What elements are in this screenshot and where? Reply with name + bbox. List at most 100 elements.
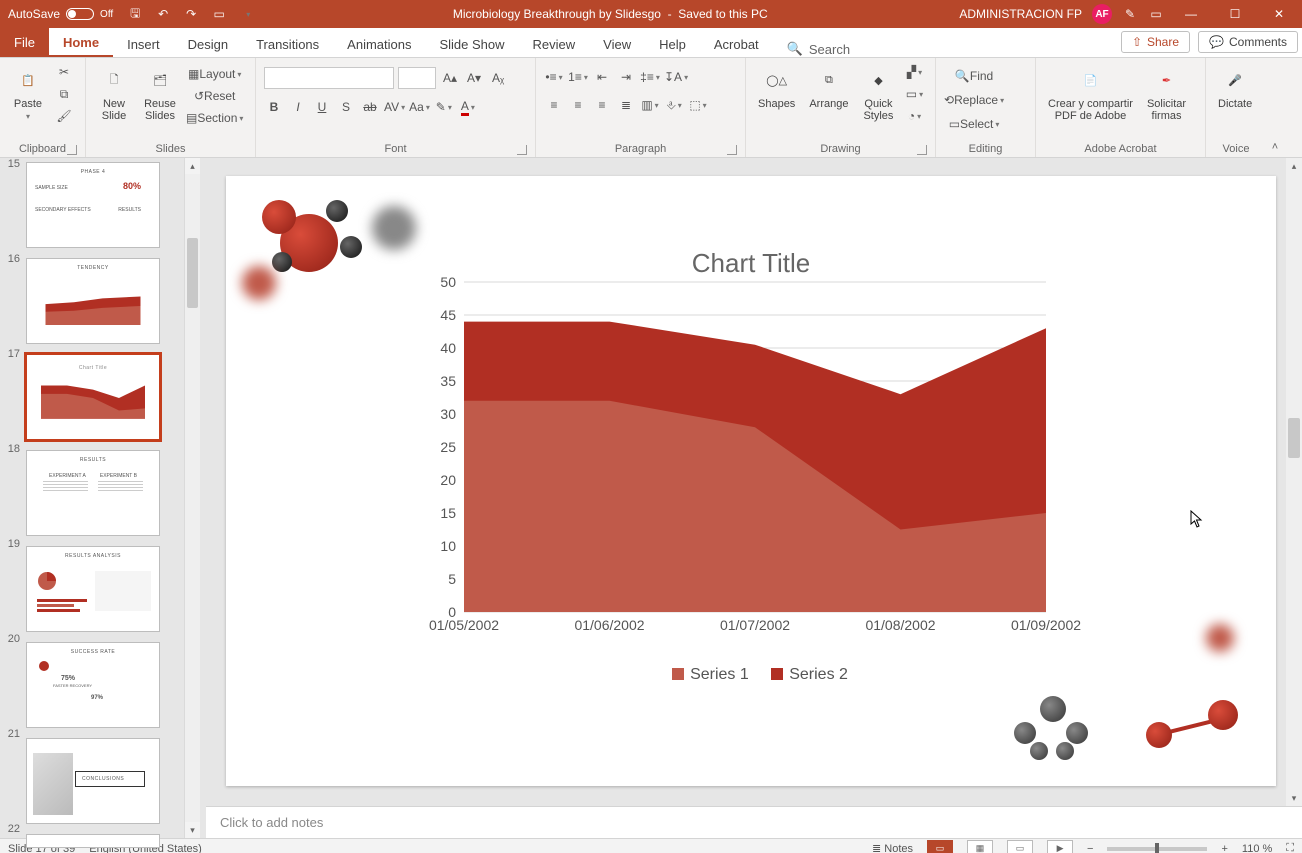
italic-button[interactable]: I xyxy=(288,97,308,117)
reading-view-button[interactable]: ▭ xyxy=(1007,840,1033,853)
font-family-combo[interactable] xyxy=(264,67,394,89)
redo-icon[interactable]: ↷ xyxy=(183,6,199,22)
slide-canvas[interactable]: Chart Title 0510152025303540455001/05/20… xyxy=(226,176,1276,786)
zoom-slider-thumb[interactable] xyxy=(1155,843,1159,853)
align-left-icon[interactable]: ≡ xyxy=(544,95,564,115)
slide-thumbnail-20[interactable]: SUCCESS RATE 75% FASTER RECOVERY 97% xyxy=(26,642,160,728)
zoom-level[interactable]: 110 % xyxy=(1242,843,1272,853)
undo-icon[interactable]: ↶ xyxy=(155,6,171,22)
quick-styles-button[interactable]: ◆Quick Styles xyxy=(858,62,898,124)
smartart-button[interactable]: ⬚ xyxy=(688,95,708,115)
font-color-button[interactable]: A xyxy=(458,97,478,117)
tab-home[interactable]: Home xyxy=(49,29,113,57)
clear-format-icon[interactable]: Aᵪ xyxy=(488,68,508,88)
increase-indent-icon[interactable]: ⇥ xyxy=(616,67,636,87)
slide-thumbnail-19[interactable]: RESULTS ANALYSIS xyxy=(26,546,160,632)
tab-view[interactable]: View xyxy=(589,31,645,57)
shape-fill-button[interactable]: ▞ xyxy=(904,62,924,82)
shape-outline-button[interactable]: ▭ xyxy=(904,84,924,104)
paste-button[interactable]: 📋 Paste ▾ xyxy=(8,62,48,123)
justify-icon[interactable]: ≣ xyxy=(616,95,636,115)
sorter-view-button[interactable]: ▦ xyxy=(967,840,993,853)
shadow-button[interactable]: S xyxy=(336,97,356,117)
canvas-scrollbar[interactable]: ▴ ▾ xyxy=(1286,158,1302,806)
zoom-out-button[interactable]: − xyxy=(1087,843,1093,853)
underline-button[interactable]: U xyxy=(312,97,332,117)
font-size-combo[interactable] xyxy=(398,67,436,89)
reuse-slides-button[interactable]: 🗂Reuse Slides xyxy=(140,62,180,124)
char-spacing-button[interactable]: AV xyxy=(384,97,405,117)
shapes-button[interactable]: ◯△Shapes xyxy=(754,62,799,112)
collapse-ribbon-icon[interactable]: ˄ xyxy=(1266,58,1284,157)
find-button[interactable]: 🔍 Find xyxy=(944,66,1004,86)
slide-thumbnail-22[interactable] xyxy=(26,834,160,848)
tab-help[interactable]: Help xyxy=(645,31,700,57)
strike-button[interactable]: ab xyxy=(360,97,380,117)
save-icon[interactable]: 🖫 xyxy=(127,6,143,22)
bullets-button[interactable]: •≡ xyxy=(544,67,564,87)
align-text-button[interactable]: ⎀ xyxy=(664,95,684,115)
scroll-handle[interactable] xyxy=(1288,418,1300,458)
increase-font-icon[interactable]: A▴ xyxy=(440,68,460,88)
layout-button[interactable]: ▦ Layout xyxy=(186,64,243,84)
reset-button[interactable]: ↺ Reset xyxy=(186,86,243,106)
font-dialog-launcher[interactable] xyxy=(517,145,527,155)
slide-thumbnail-15[interactable]: PHASE 4 SAMPLE SIZE 80% SECONDARY EFFECT… xyxy=(26,162,160,248)
slideshow-from-start-icon[interactable]: ▭ xyxy=(211,6,227,22)
fit-to-window-button[interactable]: ⛶ xyxy=(1286,842,1294,853)
columns-button[interactable]: ▥ xyxy=(640,95,660,115)
numbering-button[interactable]: 1≡ xyxy=(568,67,588,87)
slide-thumbnail-21[interactable]: CONCLUSIONS xyxy=(26,738,160,824)
maximize-button[interactable]: ☐ xyxy=(1218,0,1252,28)
normal-view-button[interactable]: ▭ xyxy=(927,840,953,853)
drawing-dialog-launcher[interactable] xyxy=(917,145,927,155)
zoom-in-button[interactable]: + xyxy=(1221,843,1227,853)
change-case-button[interactable]: Aa xyxy=(409,97,430,117)
tab-acrobat[interactable]: Acrobat xyxy=(700,31,773,57)
thumbnails-scrollbar[interactable]: ▴ ▾ xyxy=(184,158,200,838)
share-button[interactable]: ⇧Share xyxy=(1121,31,1190,53)
paragraph-dialog-launcher[interactable] xyxy=(727,145,737,155)
new-slide-button[interactable]: 🗋New Slide xyxy=(94,62,134,124)
create-pdf-button[interactable]: 📄Crear y compartir PDF de Adobe xyxy=(1044,62,1137,124)
cut-icon[interactable]: ✂ xyxy=(54,62,74,82)
coming-soon-icon[interactable]: ✎ xyxy=(1122,6,1138,22)
format-painter-icon[interactable]: 🖌 xyxy=(54,106,74,126)
tab-insert[interactable]: Insert xyxy=(113,31,174,57)
slide-thumbnail-17[interactable]: Chart Title xyxy=(26,354,160,440)
align-center-icon[interactable]: ≡ xyxy=(568,95,588,115)
zoom-slider[interactable] xyxy=(1107,847,1207,851)
scroll-up-icon[interactable]: ▴ xyxy=(1286,158,1302,174)
qat-customize-icon[interactable] xyxy=(239,6,255,22)
scroll-down-icon[interactable]: ▾ xyxy=(1286,790,1302,806)
tab-slideshow[interactable]: Slide Show xyxy=(425,31,518,57)
scroll-up-icon[interactable]: ▴ xyxy=(185,158,200,174)
tab-file[interactable]: File xyxy=(0,28,49,57)
select-button[interactable]: ▭ Select xyxy=(944,114,1004,134)
chart-title[interactable]: Chart Title xyxy=(226,248,1276,279)
shape-effects-button[interactable]: ◔ xyxy=(904,106,924,126)
scroll-down-icon[interactable]: ▾ xyxy=(185,822,200,838)
account-name[interactable]: ADMINISTRACION FP xyxy=(959,7,1082,21)
account-avatar-icon[interactable]: AF xyxy=(1092,4,1112,24)
tab-design[interactable]: Design xyxy=(174,31,242,57)
decrease-font-icon[interactable]: A▾ xyxy=(464,68,484,88)
tell-me-search[interactable]: 🔍 Search xyxy=(773,41,864,57)
slide-thumbnail-18[interactable]: RESULTS EXPERIMENT A EXPERIMENT B xyxy=(26,450,160,536)
notes-pane[interactable]: Click to add notes xyxy=(206,806,1302,838)
slide-thumbnail-16[interactable]: TENDENCY xyxy=(26,258,160,344)
line-spacing-button[interactable]: ‡≡ xyxy=(640,67,660,87)
tab-animations[interactable]: Animations xyxy=(333,31,425,57)
clipboard-dialog-launcher[interactable] xyxy=(67,145,77,155)
text-direction-button[interactable]: ↧A xyxy=(664,67,688,87)
tab-review[interactable]: Review xyxy=(519,31,590,57)
autosave-toggle[interactable]: AutoSave Off xyxy=(0,7,121,21)
decrease-indent-icon[interactable]: ⇤ xyxy=(592,67,612,87)
copy-icon[interactable]: ⧉ xyxy=(54,84,74,104)
align-right-icon[interactable]: ≡ xyxy=(592,95,612,115)
minimize-button[interactable]: — xyxy=(1174,0,1208,28)
notes-toggle[interactable]: ≣ Notes xyxy=(872,842,913,853)
request-sign-button[interactable]: ✒Solicitar firmas xyxy=(1143,62,1190,124)
arrange-button[interactable]: ⧉Arrange xyxy=(805,62,852,112)
autosave-switch-icon[interactable] xyxy=(66,8,94,20)
